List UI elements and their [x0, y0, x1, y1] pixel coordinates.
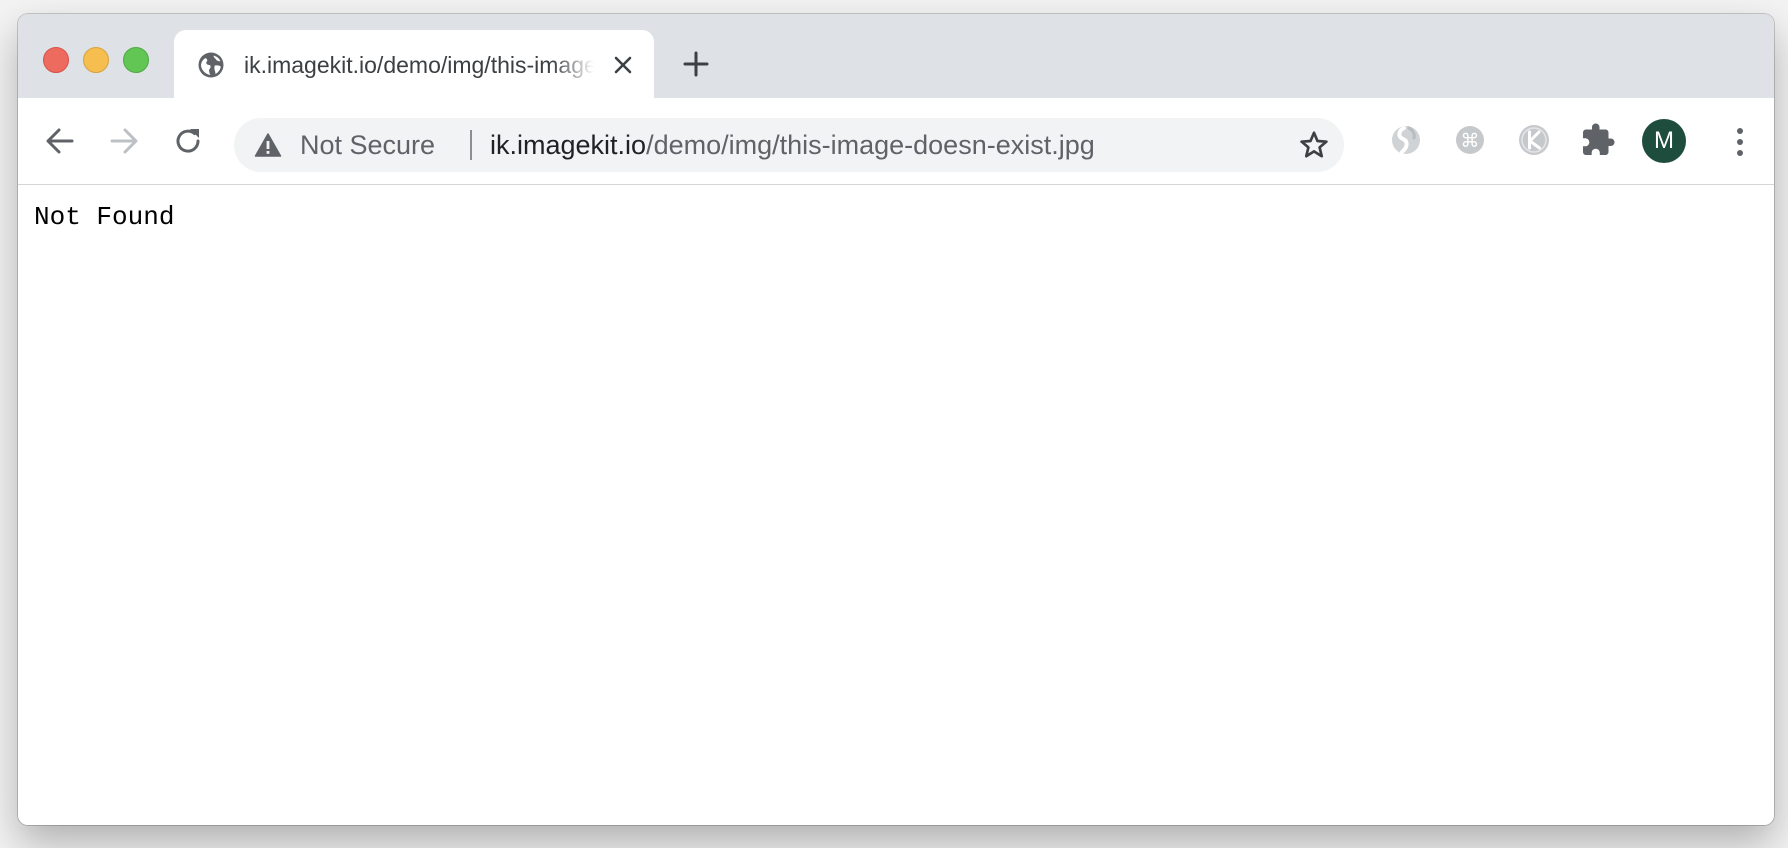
k-icon[interactable]	[1516, 122, 1552, 158]
address-bar-divider	[470, 130, 472, 160]
svg-text:⌘: ⌘	[1461, 130, 1480, 152]
simplenote-icon[interactable]	[1388, 122, 1424, 158]
not-found-message: Not Found	[34, 202, 175, 232]
page-content: Not Found	[18, 185, 1774, 825]
warning-triangle-icon[interactable]	[254, 132, 282, 158]
bookmark-star-icon[interactable]	[1298, 129, 1330, 161]
address-bar[interactable]: Not Secure ik.imagekit.io/demo/img/this-…	[234, 118, 1344, 172]
url-text[interactable]: ik.imagekit.io/demo/img/this-image-doesn…	[490, 129, 1095, 161]
security-status-label[interactable]: Not Secure	[300, 129, 435, 161]
globe-icon	[196, 50, 226, 80]
profile-avatar[interactable]: M	[1642, 119, 1686, 163]
shortcut-icon[interactable]: ⌘	[1452, 122, 1488, 158]
back-arrow-icon[interactable]	[40, 121, 80, 161]
url-host: ik.imagekit.io	[490, 130, 647, 160]
close-window-button[interactable]	[43, 47, 69, 73]
browser-toolbar: Not Secure ik.imagekit.io/demo/img/this-…	[18, 98, 1774, 185]
forward-arrow-icon[interactable]	[104, 121, 144, 161]
zoom-window-button[interactable]	[123, 47, 149, 73]
url-path: /demo/img/this-image-doesn-exist.jpg	[646, 130, 1095, 160]
active-tab[interactable]: ik.imagekit.io/demo/img/this-image-doesn…	[174, 30, 654, 100]
puzzle-icon[interactable]	[1580, 122, 1616, 158]
reload-icon[interactable]	[168, 121, 208, 161]
minimize-window-button[interactable]	[83, 47, 109, 73]
browser-window: ik.imagekit.io/demo/img/this-image-doesn…	[18, 14, 1774, 825]
tab-title: ik.imagekit.io/demo/img/this-image-doesn…	[244, 52, 594, 78]
new-tab-plus-icon[interactable]	[680, 48, 712, 80]
more-menu-icon[interactable]	[1728, 122, 1752, 162]
close-tab-icon[interactable]	[611, 53, 635, 77]
title-bar: ik.imagekit.io/demo/img/this-image-doesn…	[18, 14, 1774, 100]
